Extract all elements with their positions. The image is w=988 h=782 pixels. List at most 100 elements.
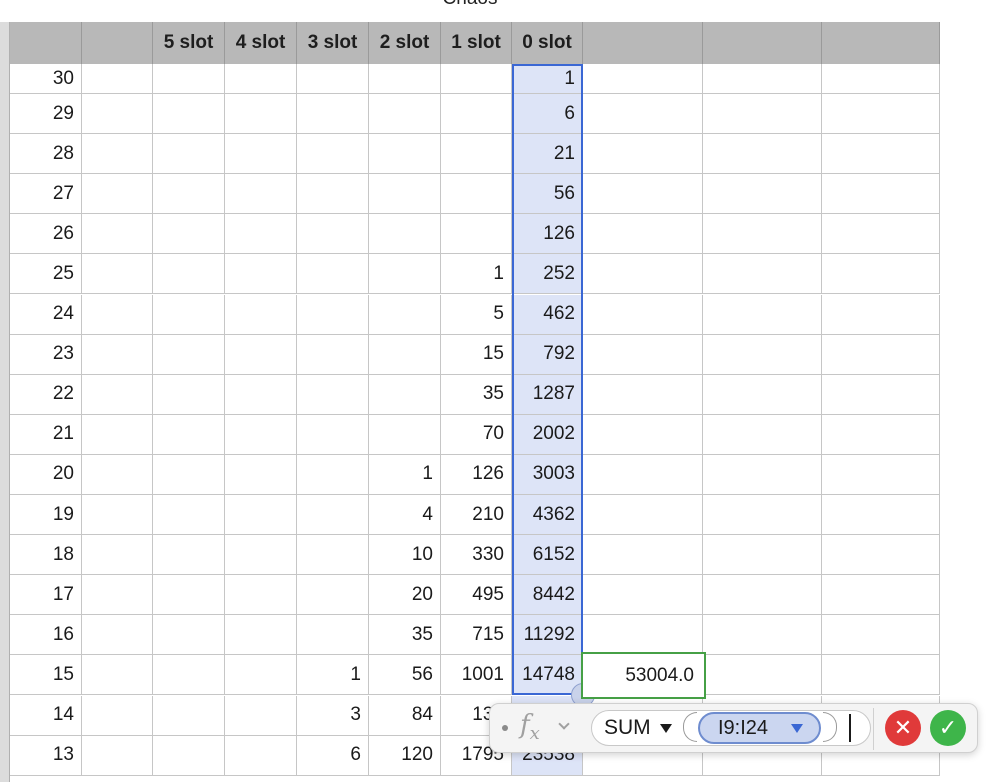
row-label[interactable]: 25	[10, 254, 82, 295]
cancel-button[interactable]: ✕	[885, 710, 921, 746]
table-cell[interactable]	[82, 294, 153, 335]
table-cell[interactable]	[703, 254, 822, 295]
table-cell[interactable]	[822, 134, 940, 175]
table-cell[interactable]: 5	[441, 294, 512, 335]
table-cell[interactable]: 252	[512, 254, 583, 295]
table-cell[interactable]	[297, 575, 369, 616]
table-cell[interactable]: 35	[441, 374, 512, 415]
row-label[interactable]: 30	[10, 64, 82, 94]
table-cell[interactable]: 462	[512, 294, 583, 335]
row-label[interactable]: 13	[10, 735, 82, 776]
table-cell[interactable]: 56	[369, 655, 441, 696]
table-cell[interactable]	[822, 64, 940, 94]
row-label[interactable]: 19	[10, 495, 82, 536]
row-label[interactable]: 18	[10, 535, 82, 576]
table-cell[interactable]	[153, 134, 225, 175]
range-token-label[interactable]: I9:I24	[718, 717, 768, 740]
table-cell[interactable]	[822, 575, 940, 616]
table-cell[interactable]	[82, 174, 153, 215]
table-cell[interactable]	[225, 374, 297, 415]
table-cell[interactable]	[153, 655, 225, 696]
table-cell[interactable]	[822, 615, 940, 656]
table-cell[interactable]	[153, 735, 225, 776]
row-label[interactable]: 15	[10, 655, 82, 696]
table-cell[interactable]: 8442	[512, 575, 583, 616]
row-label[interactable]: 23	[10, 334, 82, 375]
row-label[interactable]: 22	[10, 374, 82, 415]
column-header[interactable]	[82, 22, 153, 64]
table-cell[interactable]	[225, 414, 297, 455]
table-cell[interactable]	[153, 294, 225, 335]
table-cell[interactable]	[82, 655, 153, 696]
table-cell[interactable]	[225, 495, 297, 536]
table-cell[interactable]: 4362	[512, 495, 583, 536]
table-cell[interactable]	[822, 334, 940, 375]
table-cell[interactable]	[82, 454, 153, 495]
table-cell[interactable]	[583, 374, 703, 415]
table-cell[interactable]	[297, 294, 369, 335]
table-cell[interactable]	[297, 374, 369, 415]
table-cell[interactable]: 84	[369, 695, 441, 736]
table-cell[interactable]	[369, 134, 441, 175]
table-cell[interactable]: 1287	[512, 374, 583, 415]
table-cell[interactable]	[225, 174, 297, 215]
table-cell[interactable]: 20	[369, 575, 441, 616]
table-cell[interactable]	[225, 254, 297, 295]
table-cell[interactable]	[225, 454, 297, 495]
table-cell[interactable]	[297, 414, 369, 455]
table-cell[interactable]	[82, 495, 153, 536]
table-cell[interactable]	[297, 94, 369, 135]
spreadsheet-grid[interactable]: 5 slot 4 slot 3 slot 2 slot 1 slot 0 slot 30 1 2…	[0, 22, 940, 782]
table-cell[interactable]	[583, 94, 703, 135]
table-cell[interactable]	[583, 254, 703, 295]
table-cell[interactable]: 210	[441, 495, 512, 536]
table-cell[interactable]	[297, 254, 369, 295]
table-cell[interactable]: 70	[441, 414, 512, 455]
table-cell[interactable]	[703, 454, 822, 495]
table-cell[interactable]	[822, 374, 940, 415]
table-cell[interactable]	[297, 334, 369, 375]
table-cell[interactable]	[822, 214, 940, 255]
table-cell[interactable]	[583, 535, 703, 576]
table-cell[interactable]	[225, 64, 297, 94]
column-header[interactable]: 3 slot	[297, 22, 369, 64]
table-cell[interactable]	[225, 134, 297, 175]
table-cell[interactable]: 6	[512, 94, 583, 135]
table-cell[interactable]	[225, 695, 297, 736]
row-label[interactable]: 27	[10, 174, 82, 215]
table-cell[interactable]	[297, 495, 369, 536]
table-cell[interactable]	[153, 575, 225, 616]
table-cell[interactable]	[369, 94, 441, 135]
table-cell[interactable]	[153, 174, 225, 215]
table-cell[interactable]	[583, 294, 703, 335]
table-cell[interactable]: 56	[512, 174, 583, 215]
table-cell[interactable]	[441, 64, 512, 94]
formula-result-cell[interactable]: 53004.0	[581, 652, 706, 699]
table-cell[interactable]	[369, 294, 441, 335]
table-cell[interactable]	[822, 655, 940, 696]
table-cell[interactable]	[441, 94, 512, 135]
table-cell[interactable]	[297, 134, 369, 175]
table-cell[interactable]: 6152	[512, 535, 583, 576]
table-cell[interactable]: 330	[441, 535, 512, 576]
table-cell[interactable]	[82, 64, 153, 94]
column-header[interactable]: 2 slot	[369, 22, 441, 64]
table-cell[interactable]	[583, 414, 703, 455]
table-cell[interactable]: 1	[369, 454, 441, 495]
table-cell[interactable]	[153, 695, 225, 736]
table-cell[interactable]	[82, 735, 153, 776]
table-cell[interactable]: 120	[369, 735, 441, 776]
table-cell[interactable]	[822, 294, 940, 335]
table-cell[interactable]	[703, 334, 822, 375]
table-cell[interactable]	[82, 615, 153, 656]
table-cell[interactable]: 715	[441, 615, 512, 656]
table-cell[interactable]	[369, 214, 441, 255]
table-cell[interactable]	[583, 334, 703, 375]
table-cell[interactable]	[583, 575, 703, 616]
table-cell[interactable]	[82, 695, 153, 736]
table-cell[interactable]	[583, 174, 703, 215]
table-cell[interactable]: 21	[512, 134, 583, 175]
table-cell[interactable]	[297, 214, 369, 255]
column-header[interactable]: 0 slot	[512, 22, 583, 64]
table-cell[interactable]	[297, 454, 369, 495]
